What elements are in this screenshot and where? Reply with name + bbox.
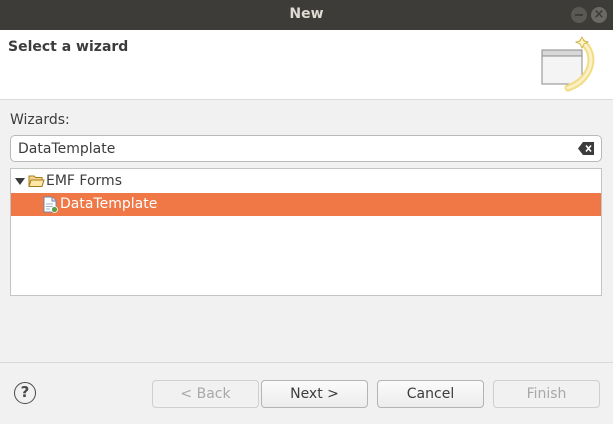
wizard-filter-input[interactable] (18, 139, 568, 158)
close-button[interactable]: × (591, 7, 607, 23)
tree-folder-label: EMF Forms (46, 173, 122, 189)
tree-node-emf-forms[interactable]: EMF Forms (11, 170, 601, 193)
back-button[interactable]: < Back (152, 380, 259, 408)
file-new-icon (43, 196, 58, 213)
wizard-filter-field[interactable] (10, 135, 602, 162)
tree-item-datatemplate[interactable]: DataTemplate (11, 193, 601, 216)
wizard-banner: Select a wizard (0, 30, 613, 100)
folder-open-icon (28, 175, 45, 187)
title-bar: New × (0, 0, 613, 30)
window-title: New (289, 6, 324, 22)
wizard-tree[interactable]: EMF Forms DataTemplate (10, 168, 602, 296)
wizards-label: Wizards: (10, 112, 70, 128)
next-button[interactable]: Next > (261, 380, 368, 408)
help-icon[interactable]: ? (14, 382, 36, 404)
minimize-button[interactable] (571, 7, 587, 23)
button-bar-separator (0, 362, 613, 363)
clear-filter-icon[interactable] (577, 141, 595, 156)
cancel-button[interactable]: Cancel (377, 380, 484, 408)
tree-item-label: DataTemplate (60, 196, 158, 212)
finish-button[interactable]: Finish (493, 380, 600, 408)
expand-triangle-icon[interactable] (15, 178, 25, 185)
new-wizard-icon (541, 36, 595, 92)
page-title: Select a wizard (8, 39, 129, 55)
